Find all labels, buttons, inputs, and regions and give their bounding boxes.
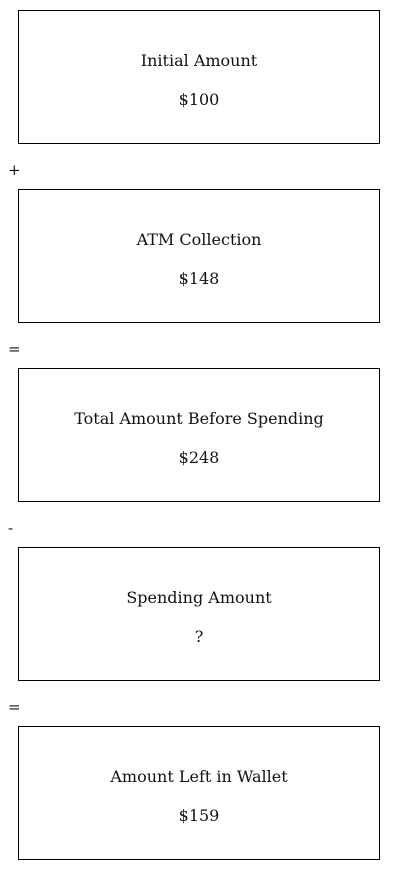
initial-amount-label: Initial Amount xyxy=(140,51,258,70)
amount-left-box: Amount Left in Wallet $159 xyxy=(18,726,380,860)
spending-amount-box: Spending Amount ? xyxy=(18,547,380,681)
total-before-spending-label: Total Amount Before Spending xyxy=(74,409,324,428)
minus-operator: - xyxy=(8,519,14,537)
total-before-spending-value: $248 xyxy=(178,448,220,467)
amount-left-label: Amount Left in Wallet xyxy=(110,767,288,786)
atm-collection-value: $148 xyxy=(178,269,220,288)
plus-operator: + xyxy=(8,161,21,179)
atm-collection-box: ATM Collection $148 xyxy=(18,189,380,323)
equals-operator-final: = xyxy=(8,698,21,716)
spending-amount-value: ? xyxy=(194,627,204,646)
initial-amount-value: $100 xyxy=(178,90,220,109)
spending-amount-label: Spending Amount xyxy=(126,588,272,607)
amount-left-value: $159 xyxy=(178,806,220,825)
equals-operator: = xyxy=(8,340,21,358)
total-before-spending-box: Total Amount Before Spending $248 xyxy=(18,368,380,502)
initial-amount-box: Initial Amount $100 xyxy=(18,10,380,144)
atm-collection-label: ATM Collection xyxy=(136,230,262,249)
